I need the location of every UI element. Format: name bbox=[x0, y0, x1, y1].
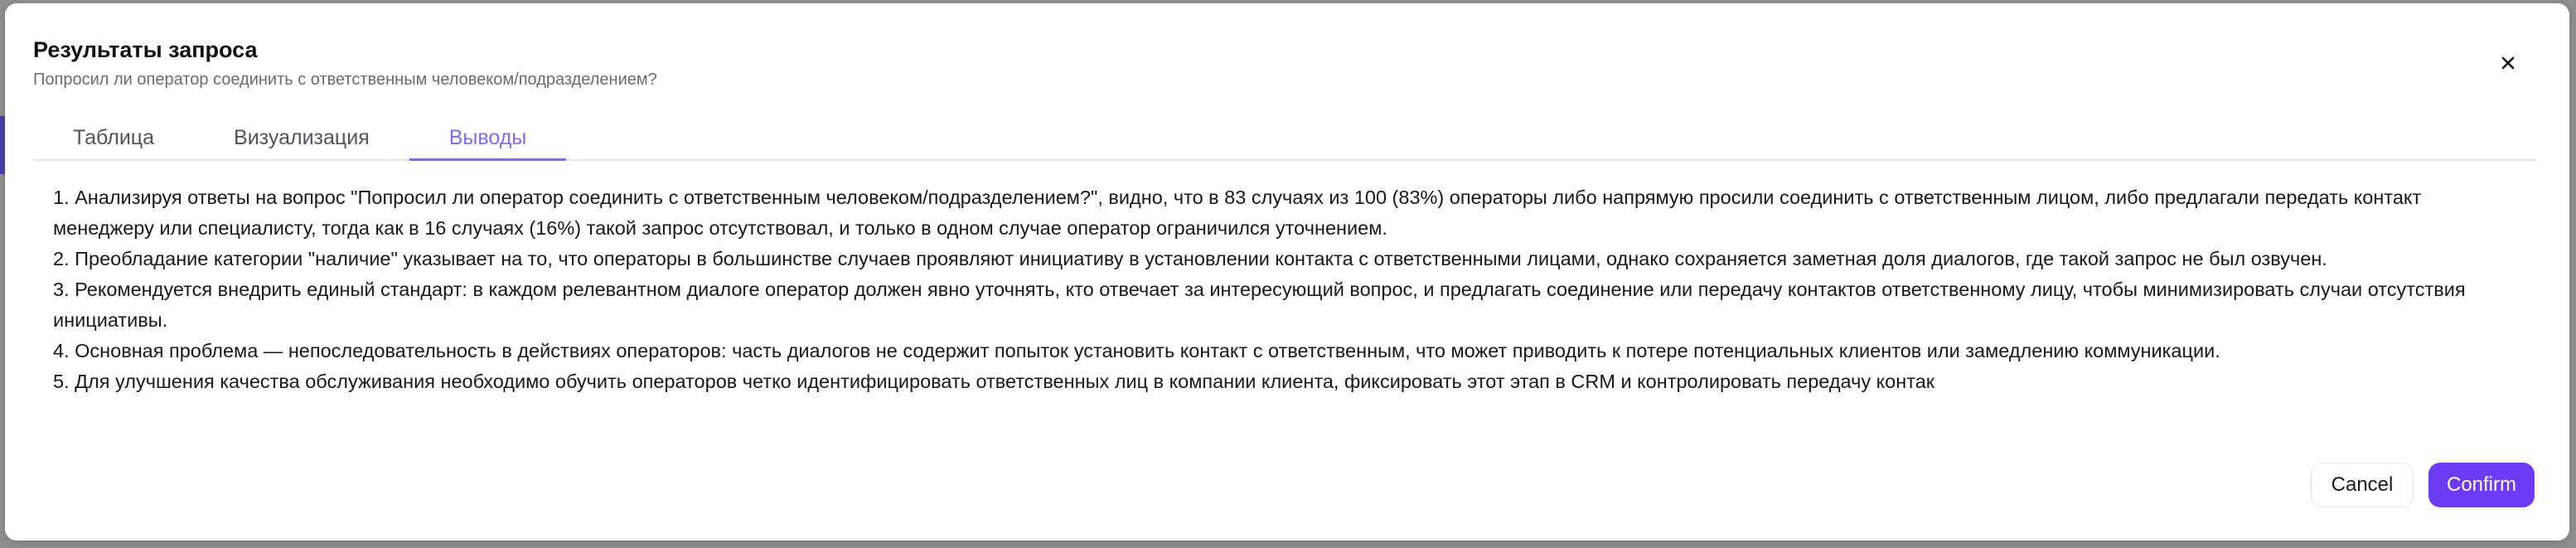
dialog-header: Результаты запроса Попросил ли оператор … bbox=[33, 35, 2495, 91]
tab-conclusions[interactable]: Выводы bbox=[409, 118, 567, 161]
confirm-button[interactable]: Confirm bbox=[2428, 463, 2535, 507]
close-button[interactable] bbox=[2495, 50, 2521, 76]
tab-visualization[interactable]: Визуализация bbox=[194, 118, 409, 161]
conclusions-text: 1. Анализируя ответы на вопрос "Попросил… bbox=[53, 182, 2516, 397]
tab-table[interactable]: Таблица bbox=[33, 118, 194, 161]
dialog-title: Результаты запроса bbox=[33, 37, 258, 62]
conclusion-item: 1. Анализируя ответы на вопрос "Попросил… bbox=[53, 187, 2422, 239]
dialog-footer: Cancel Confirm bbox=[2311, 463, 2535, 507]
conclusion-item: 3. Рекомендуется внедрить единый стандар… bbox=[53, 279, 2466, 331]
conclusion-item: 4. Основная проблема — непоследовательно… bbox=[53, 340, 2220, 361]
close-icon bbox=[2501, 56, 2515, 70]
results-dialog: Результаты запроса Попросил ли оператор … bbox=[5, 3, 2569, 541]
tab-bar: Таблица Визуализация Выводы bbox=[33, 114, 2536, 161]
conclusion-item: 5. Для улучшения качества обслуживания н… bbox=[53, 371, 1935, 392]
conclusion-item: 2. Преобладание категории "наличие" указ… bbox=[53, 248, 2327, 269]
dialog-subtitle: Попросил ли оператор соединить с ответст… bbox=[33, 70, 657, 89]
cancel-button[interactable]: Cancel bbox=[2311, 463, 2414, 507]
